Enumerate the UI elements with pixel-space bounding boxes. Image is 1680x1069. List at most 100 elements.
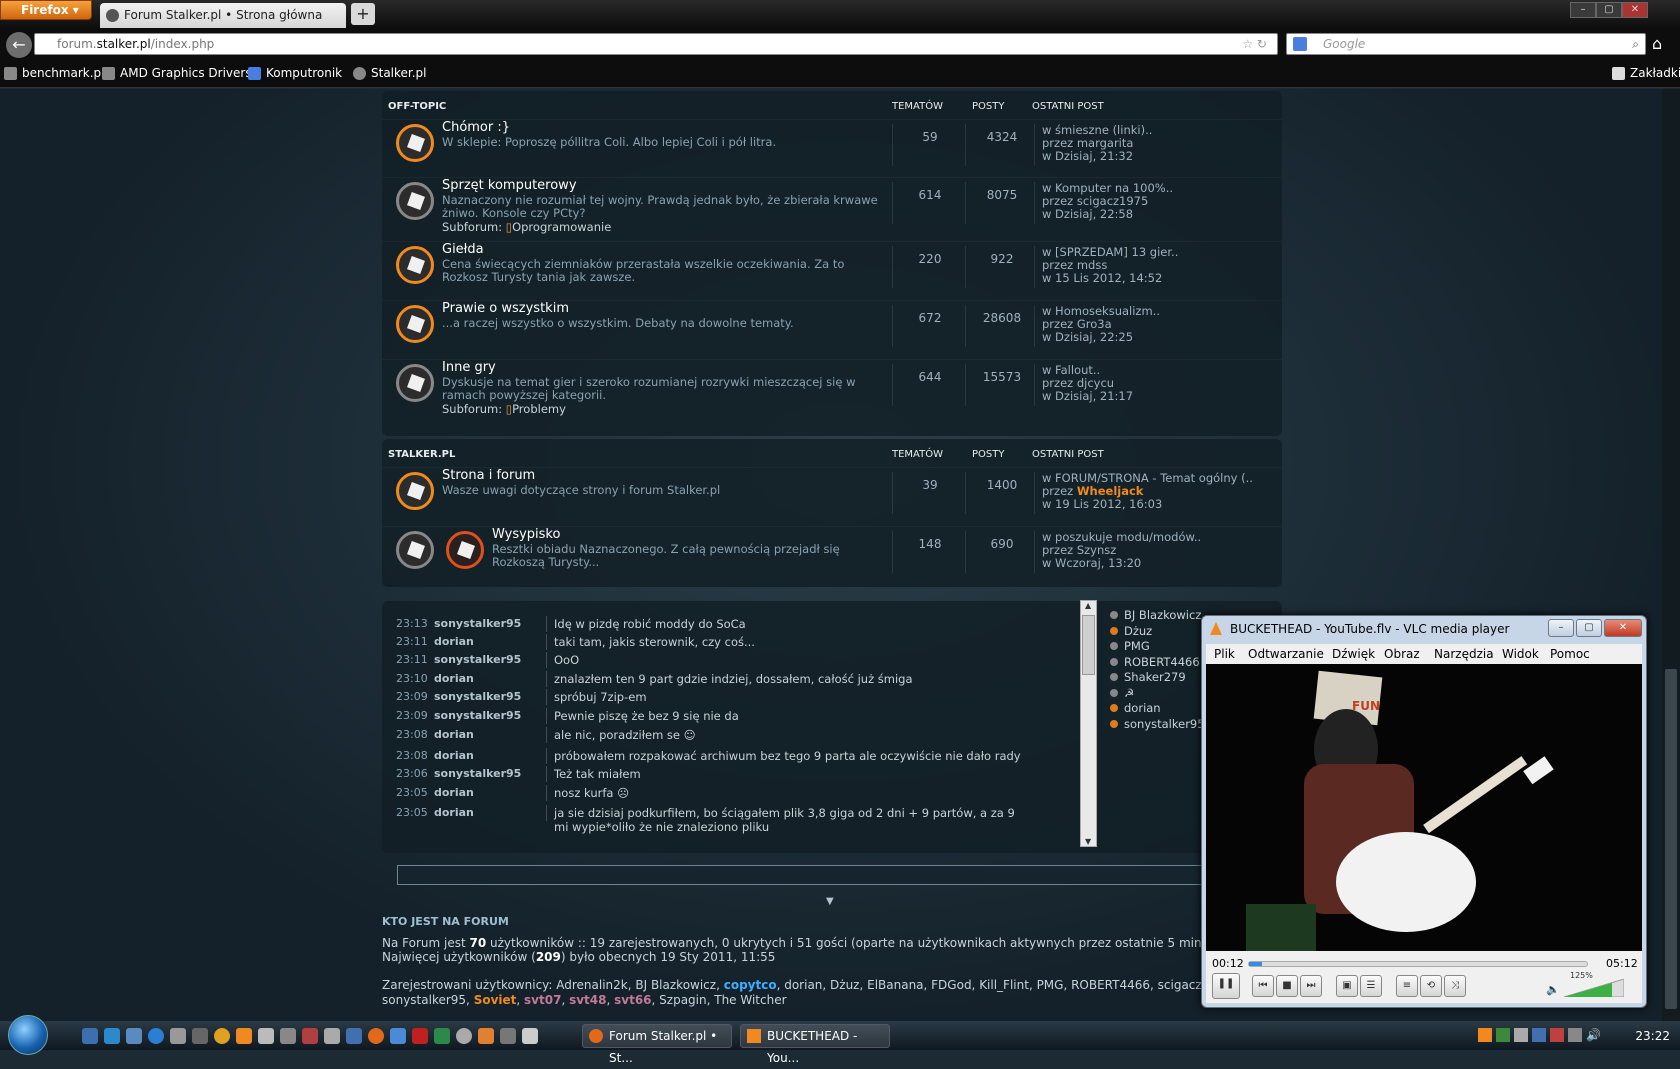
quicklaunch-icon[interactable] <box>82 1028 98 1044</box>
quicklaunch-icon[interactable] <box>192 1028 208 1044</box>
online-user[interactable]: ☭ <box>1110 686 1134 700</box>
shout-user[interactable]: dorian <box>434 728 474 741</box>
stop-button[interactable]: ■ <box>1276 975 1298 997</box>
search-input[interactable]: Google ⌕ <box>1286 33 1646 55</box>
vlc-video[interactable]: FUN <box>1206 664 1642 951</box>
bookmark-item[interactable]: AMD Graphics Drivers <box>102 66 252 80</box>
vlc-menu-item[interactable]: Odtwarzanie <box>1248 647 1324 661</box>
previous-button[interactable]: ⏮ <box>1252 975 1274 997</box>
forum-title[interactable]: Prawie o wszystkim <box>442 301 569 316</box>
online-user[interactable]: Dżuz <box>1110 624 1152 638</box>
home-icon[interactable]: ⌂ <box>1652 34 1662 53</box>
quicklaunch-icon[interactable] <box>412 1028 428 1044</box>
tray-icon[interactable] <box>1532 1028 1546 1042</box>
fullscreen-button[interactable]: ▣ <box>1336 975 1358 997</box>
online-user[interactable]: dorian <box>1110 701 1161 715</box>
new-tab-button[interactable]: + <box>351 3 375 25</box>
user-links[interactable]: Adrenalin2k, BJ Blazkowicz, <box>556 978 723 992</box>
user-links[interactable]: , Szpagin, The Witcher <box>652 993 787 1007</box>
user-links[interactable]: , dorian, Dżuz, ElBanana, FDGod, Kill_Fl… <box>777 978 1236 992</box>
loop-button[interactable]: ⟲ <box>1420 975 1442 997</box>
url-bar[interactable]: forum.stalker.pl/index.php ☆ ↻ <box>34 33 1278 55</box>
shout-user[interactable]: sonystalker95 <box>434 617 521 630</box>
vlc-maximize-button[interactable]: ▢ <box>1576 619 1602 637</box>
online-user[interactable]: Shaker279 <box>1110 670 1186 684</box>
back-button[interactable]: ← <box>6 32 32 58</box>
tray-icon[interactable] <box>1496 1028 1510 1042</box>
firefox-quick-icon[interactable] <box>368 1028 384 1044</box>
quicklaunch-icon[interactable] <box>346 1028 362 1044</box>
shout-user[interactable]: sonystalker95 <box>434 767 521 780</box>
vlc-menu-item[interactable]: Dźwięk <box>1332 647 1375 661</box>
shoutbox-scrollbar[interactable]: ▲ ▼ <box>1080 600 1097 847</box>
last-post[interactable]: w Homoseksualizm.. przez Gro3a w Dzisiaj, … <box>1042 305 1160 344</box>
extended-settings-button[interactable]: ☰ <box>1360 975 1382 997</box>
quicklaunch-icon[interactable] <box>478 1028 494 1044</box>
next-button[interactable]: ⏭ <box>1300 975 1322 997</box>
quicklaunch-icon[interactable] <box>324 1028 340 1044</box>
shout-user[interactable]: dorian <box>434 786 474 799</box>
seek-bar[interactable] <box>1248 961 1588 967</box>
shout-user[interactable]: sonystalker95 <box>434 690 521 703</box>
quicklaunch-icon[interactable] <box>258 1028 274 1044</box>
online-user[interactable]: BJ Blazkowicz <box>1110 608 1201 622</box>
quicklaunch-icon[interactable] <box>104 1028 120 1044</box>
user-link[interactable]: svt48 <box>569 993 606 1007</box>
bookmark-item[interactable]: Komputronik <box>248 66 342 80</box>
shout-input[interactable] <box>397 865 1237 885</box>
shout-user[interactable]: dorian <box>434 672 474 685</box>
bookmark-item[interactable]: benchmark.pl <box>4 66 105 80</box>
last-post-author[interactable]: Wheeljack <box>1077 484 1144 498</box>
shout-user[interactable]: dorian <box>434 749 474 762</box>
forum-title[interactable]: Chómor :} <box>442 120 510 135</box>
online-user[interactable]: ROBERT4466 <box>1110 655 1200 669</box>
quicklaunch-icon[interactable] <box>500 1028 516 1044</box>
online-user[interactable]: sonystalker95 <box>1110 717 1205 731</box>
forum-title[interactable]: Wysypisko <box>492 527 560 542</box>
page-scrollbar[interactable] <box>1662 89 1680 1021</box>
user-links[interactable]: sonystalker95, <box>382 993 474 1007</box>
user-link-soviet[interactable]: Soviet <box>474 993 517 1007</box>
volume-icon[interactable]: 🔊 <box>1586 1028 1601 1042</box>
volume-slider[interactable]: 🔈 125% <box>1546 971 1626 997</box>
bookmarks-menu-button[interactable]: Zakładki <box>1612 66 1680 80</box>
vlc-menu-item[interactable]: Plik <box>1214 647 1235 661</box>
shout-user[interactable]: sonystalker95 <box>434 709 521 722</box>
user-link[interactable]: svt66 <box>614 993 651 1007</box>
shout-user[interactable]: dorian <box>434 806 474 819</box>
vlc-minimize-button[interactable]: – <box>1548 619 1574 637</box>
last-post[interactable]: w FORUM/STRONA - Temat ogólny (.. przez W… <box>1042 472 1253 511</box>
vlc-close-button[interactable]: ✕ <box>1604 619 1642 637</box>
last-post[interactable]: w [SPRZEDAM] 13 gier.. przez mdss w 15 Lis… <box>1042 246 1178 285</box>
shout-user[interactable]: dorian <box>434 635 474 648</box>
vlc-menu-item[interactable]: Obraz <box>1384 647 1420 661</box>
maximize-icon[interactable]: ▢ <box>1596 2 1622 18</box>
forum-title[interactable]: Giełda <box>442 242 484 257</box>
close-icon[interactable]: ✕ <box>1622 2 1648 18</box>
vlc-menu-item[interactable]: Pomoc <box>1550 647 1590 661</box>
vlc-menu-item[interactable]: Widok <box>1502 647 1539 661</box>
quicklaunch-icon[interactable] <box>522 1028 538 1044</box>
scroll-down-icon[interactable]: ▼ <box>1085 837 1091 846</box>
tray-icon[interactable] <box>1514 1028 1528 1042</box>
taskbar-vlc[interactable]: BUCKETHEAD - You... <box>740 1024 890 1065</box>
quicklaunch-icon[interactable] <box>390 1028 406 1044</box>
ie-icon[interactable] <box>148 1028 164 1044</box>
minimize-icon[interactable]: – <box>1570 2 1596 18</box>
last-post[interactable]: w śmieszne (linki).. przez margarita w Dzi… <box>1042 124 1152 163</box>
quicklaunch-icon[interactable] <box>302 1028 318 1044</box>
forum-title[interactable]: Inne gry <box>442 360 496 375</box>
online-user[interactable]: PMG <box>1110 639 1150 653</box>
quicklaunch-icon[interactable] <box>456 1028 472 1044</box>
firefox-menu-button[interactable]: Firefox ▾ <box>0 0 92 20</box>
network-icon[interactable] <box>1568 1028 1582 1042</box>
user-link-copytco[interactable]: copytco <box>724 978 777 992</box>
quicklaunch-icon[interactable] <box>280 1028 296 1044</box>
user-link[interactable]: svt07 <box>524 993 561 1007</box>
clock[interactable]: 23:22 <box>1635 1029 1670 1043</box>
star-icon[interactable]: ☆ ↻ <box>1242 34 1267 54</box>
shout-user[interactable]: sonystalker95 <box>434 653 521 666</box>
vlc-quick-icon[interactable] <box>236 1028 252 1044</box>
quicklaunch-icon[interactable] <box>170 1028 186 1044</box>
last-post[interactable]: w poszukuje modu/modów.. przez Szynsz w Wc… <box>1042 531 1201 570</box>
